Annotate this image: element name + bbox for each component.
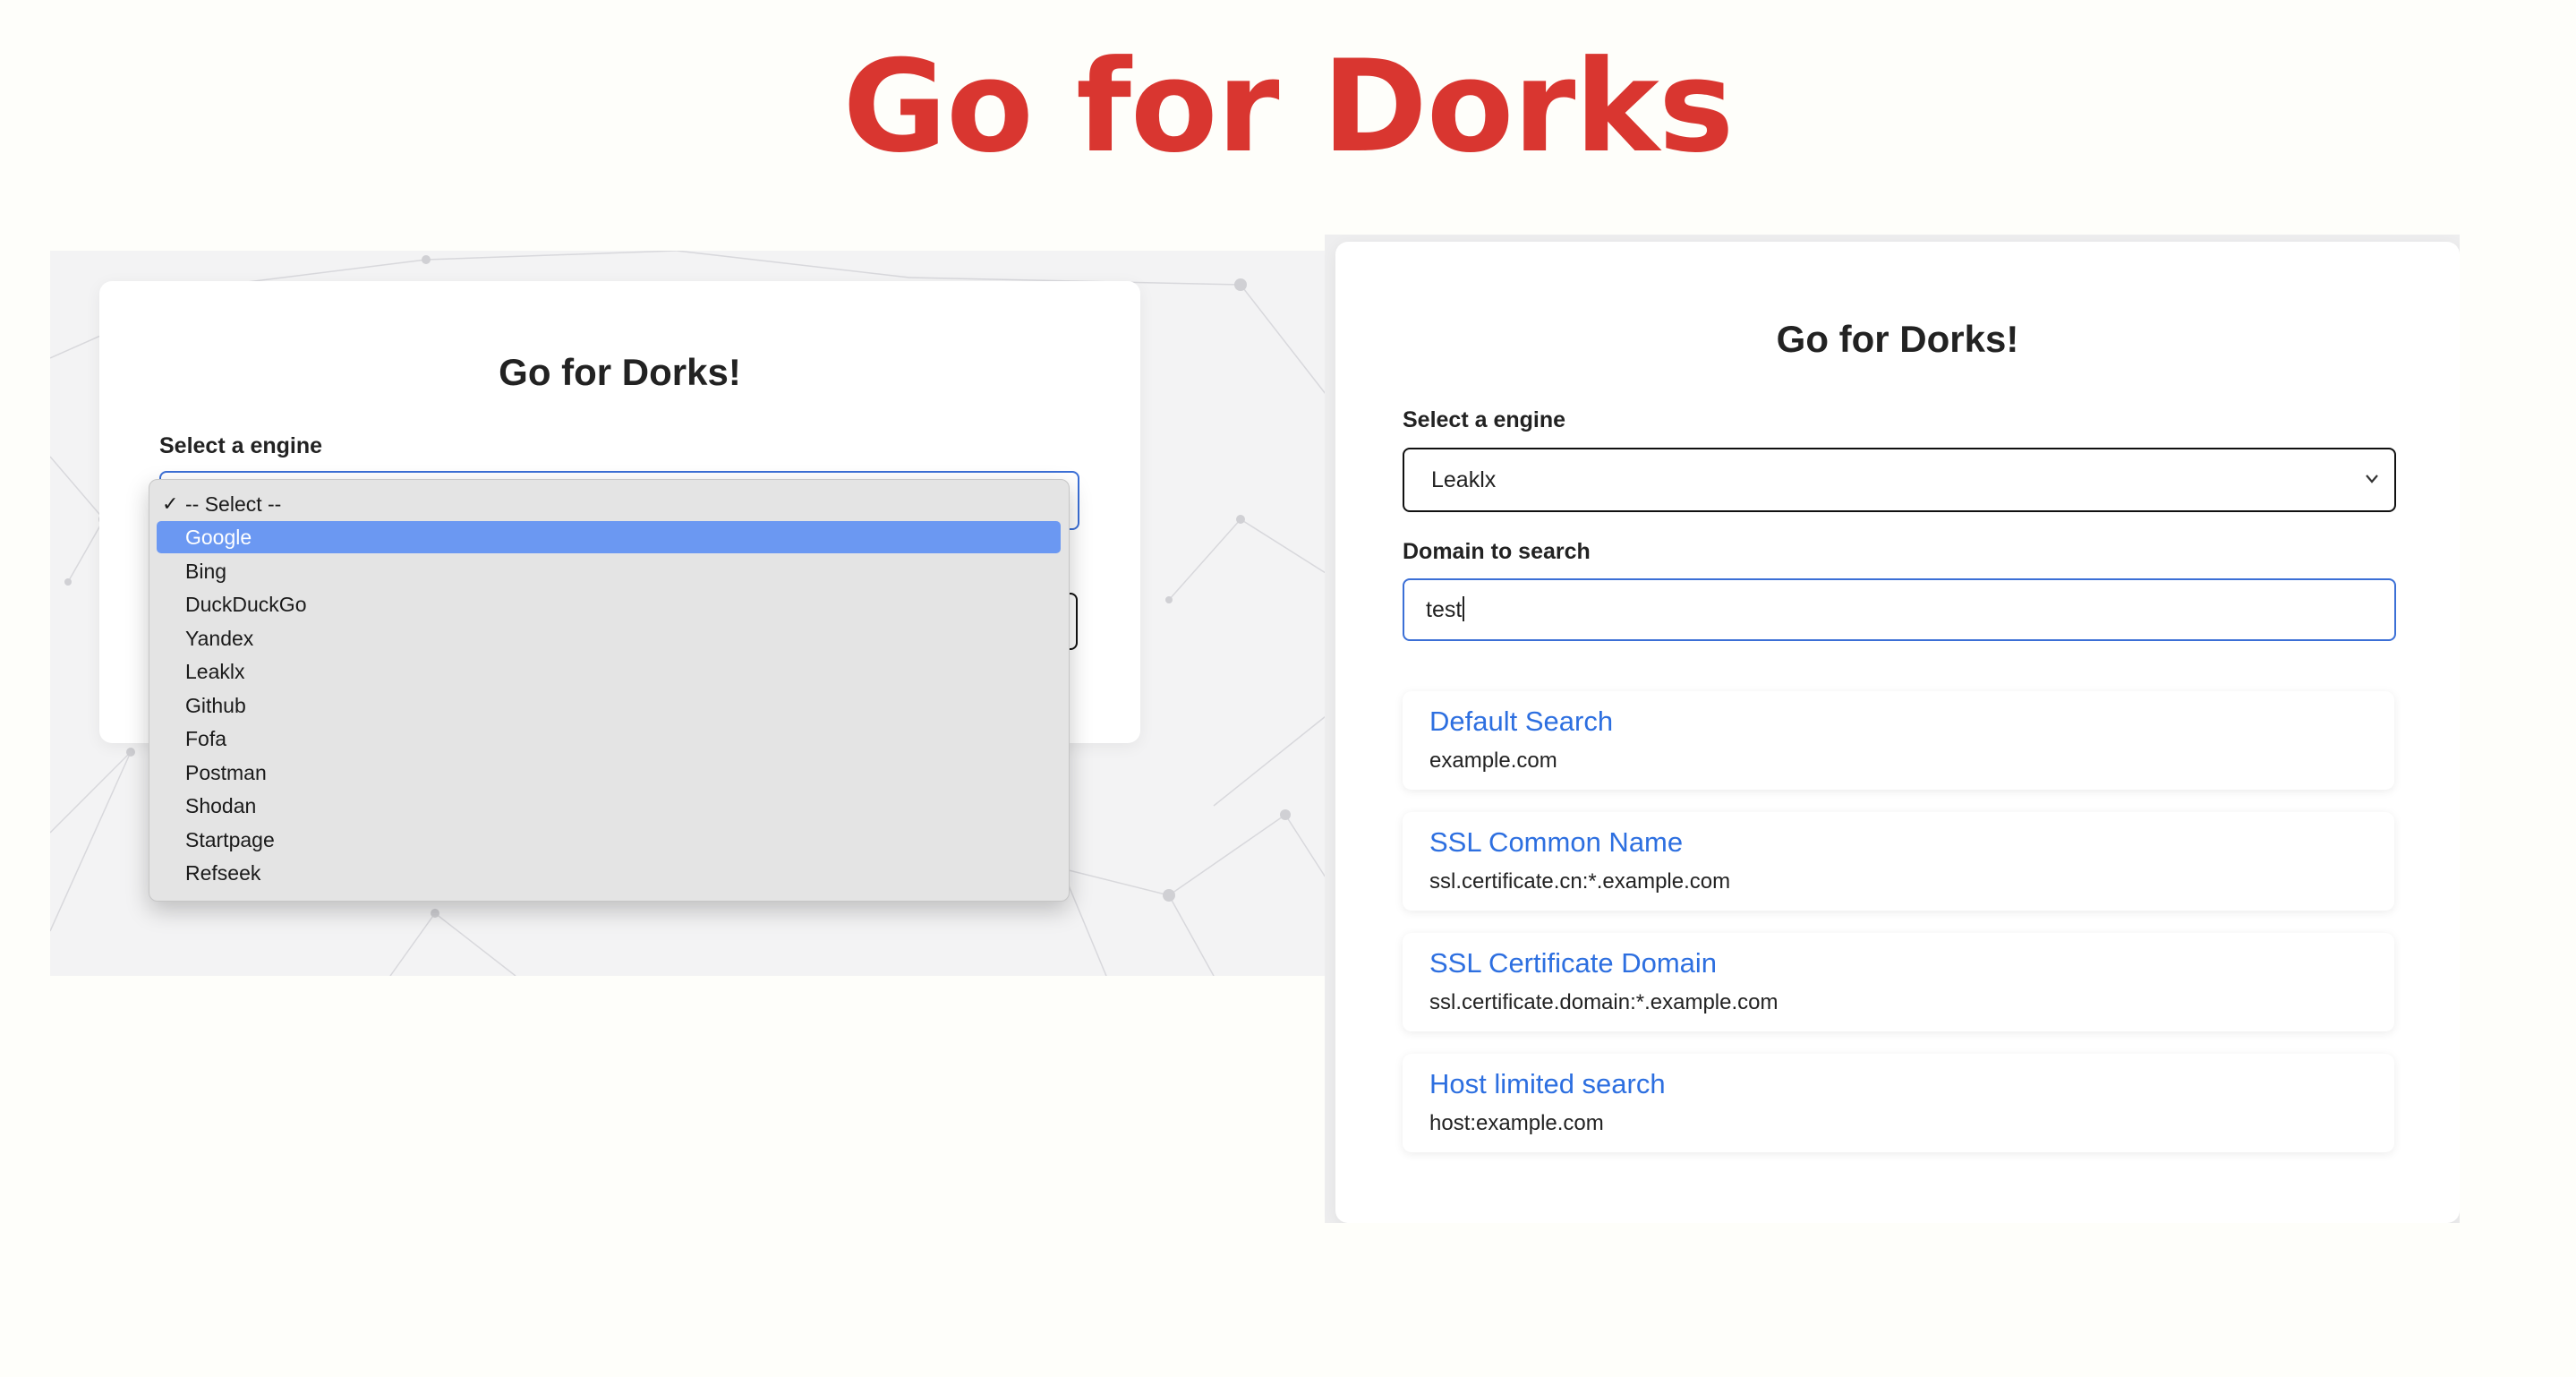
dropdown-option-postman[interactable]: Postman bbox=[157, 757, 1061, 789]
right-form-card: Go for Dorks! Select a engine Leaklx Dom… bbox=[1335, 242, 2460, 1223]
engine-label: Select a engine bbox=[1403, 407, 1566, 432]
result-card: SSL Certificate Domain ssl.certificate.d… bbox=[1403, 933, 2394, 1031]
engine-select-value: Leaklx bbox=[1431, 467, 1497, 492]
dropdown-option-refseek[interactable]: Refseek bbox=[157, 857, 1061, 889]
result-query: example.com bbox=[1429, 748, 1557, 773]
dropdown-option-leaklx[interactable]: Leaklx bbox=[157, 655, 1061, 688]
hero-title: Go for Dorks bbox=[842, 33, 1735, 181]
result-card: Default Search example.com bbox=[1403, 691, 2394, 790]
dropdown-option-google[interactable]: Google bbox=[157, 521, 1061, 553]
dropdown-option-yandex[interactable]: Yandex bbox=[157, 622, 1061, 654]
result-link[interactable]: Default Search bbox=[1429, 706, 1613, 738]
result-link[interactable]: Host limited search bbox=[1429, 1068, 1666, 1100]
form-title: Go for Dorks! bbox=[499, 351, 741, 393]
engine-label: Select a engine bbox=[159, 433, 323, 458]
domain-input-value: test bbox=[1426, 597, 1463, 622]
dropdown-option-fofa[interactable]: Fofa bbox=[157, 723, 1061, 755]
checkmark-icon: ✓ bbox=[162, 492, 179, 515]
dropdown-option-duckduckgo[interactable]: DuckDuckGo bbox=[157, 588, 1061, 620]
domain-label: Domain to search bbox=[1403, 539, 1591, 564]
result-query: ssl.certificate.domain:*.example.com bbox=[1429, 990, 1778, 1014]
left-screenshot-panel: Go for Dorks! Select a engine ✓ -- Selec… bbox=[50, 251, 1326, 976]
text-caret bbox=[1463, 596, 1465, 621]
result-query: host:example.com bbox=[1429, 1111, 1604, 1135]
result-link[interactable]: SSL Certificate Domain bbox=[1429, 947, 1717, 979]
chevron-down-icon bbox=[2364, 466, 2380, 498]
dropdown-option-startpage[interactable]: Startpage bbox=[157, 824, 1061, 856]
engine-dropdown-menu[interactable]: ✓ -- Select -- Google Bing DuckDuckGo Ya… bbox=[149, 479, 1070, 902]
result-card: Host limited search host:example.com bbox=[1403, 1054, 2394, 1152]
form-title: Go for Dorks! bbox=[1776, 318, 2019, 360]
result-query: ssl.certificate.cn:*.example.com bbox=[1429, 869, 1731, 894]
result-card: SSL Common Name ssl.certificate.cn:*.exa… bbox=[1403, 812, 2394, 911]
dropdown-option-shodan[interactable]: Shodan bbox=[157, 790, 1061, 822]
result-link[interactable]: SSL Common Name bbox=[1429, 826, 1683, 859]
engine-select[interactable]: Leaklx bbox=[1403, 448, 2396, 512]
dropdown-option-github[interactable]: Github bbox=[157, 689, 1061, 722]
domain-input[interactable]: test bbox=[1403, 578, 2396, 641]
dropdown-option-bing[interactable]: Bing bbox=[157, 555, 1061, 587]
dropdown-option-select[interactable]: ✓ -- Select -- bbox=[157, 488, 1061, 520]
right-screenshot-panel: Go for Dorks! Select a engine Leaklx Dom… bbox=[1325, 235, 2460, 1223]
